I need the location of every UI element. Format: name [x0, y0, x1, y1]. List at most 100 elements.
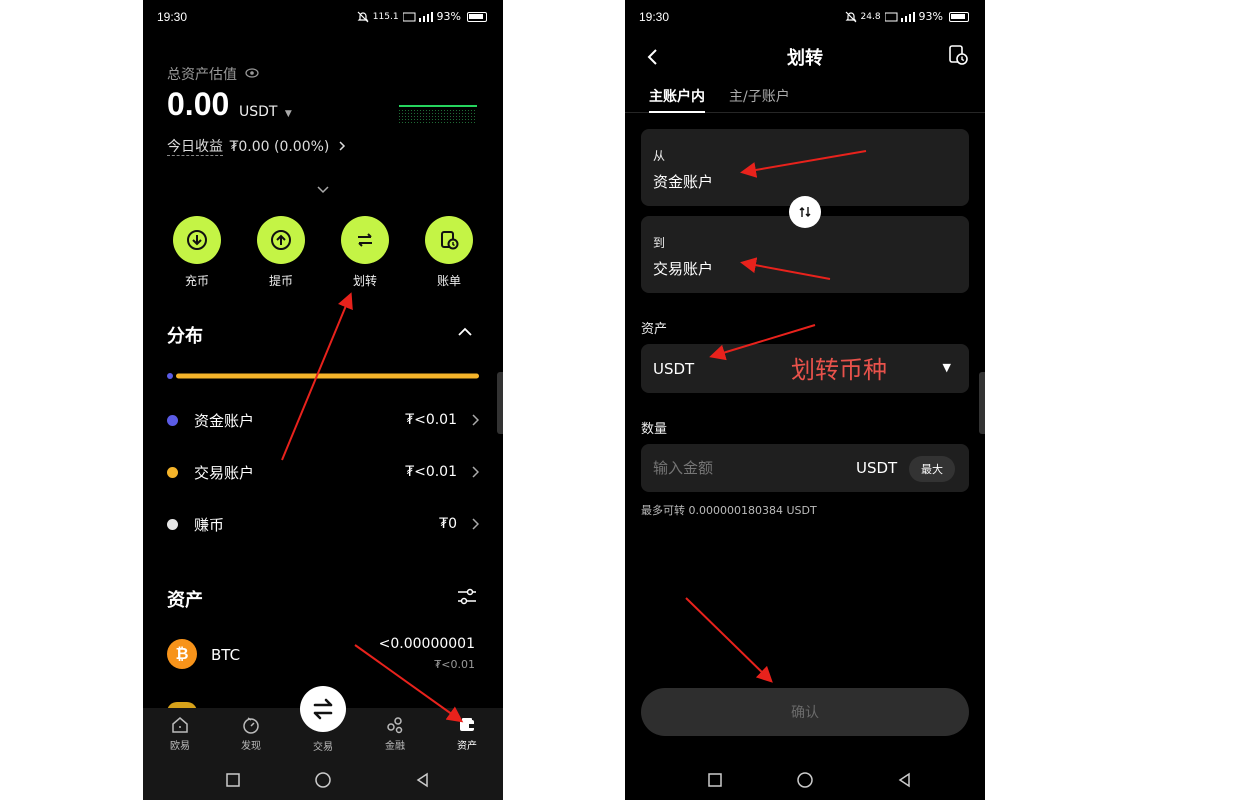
recents-icon — [708, 773, 722, 787]
to-account: 交易账户 — [653, 260, 714, 278]
battery-percent: 93% — [918, 10, 943, 23]
sparkline-chart — [399, 105, 477, 124]
annotation-text: 划转币种 — [791, 356, 887, 384]
asset-label: 资产 — [641, 322, 668, 337]
today-pnl[interactable]: 今日收益 ₮0.00 (0.00%) — [167, 136, 346, 156]
battery-percent: 93% — [436, 10, 461, 23]
home-icon — [172, 717, 188, 733]
status-time: 19:30 — [639, 10, 670, 24]
max-button[interactable]: 最大 — [909, 456, 955, 482]
system-nav-bar — [708, 772, 910, 788]
account-value: ₮0 — [439, 516, 457, 532]
account-row-earn[interactable]: 赚币 ₮0 — [167, 509, 479, 539]
tab-indicator — [649, 111, 705, 113]
amount-input[interactable] — [653, 456, 833, 480]
status-bar: 19:30 24.8 93% — [625, 0, 985, 34]
btc-icon: ₿ — [167, 639, 197, 669]
side-scroll-handle — [979, 372, 985, 434]
recents-icon — [226, 773, 240, 787]
action-label: 划转 — [352, 274, 377, 288]
battery-icon — [467, 11, 487, 22]
wallet-icon — [460, 718, 474, 731]
filter-sliders-icon[interactable] — [457, 588, 477, 606]
total-assets-label: 总资产估值 — [167, 67, 237, 83]
caret-down-icon: ▼ — [942, 361, 951, 374]
asset-row-btc[interactable]: ₿ BTC <0.00000001 ₮<0.01 — [167, 636, 479, 676]
net-speed: 24.8 — [860, 11, 881, 22]
tab-within-main[interactable]: 主账户内 — [649, 86, 705, 106]
chevron-up-icon[interactable] — [457, 326, 473, 338]
max-available-text: 最多可转 0.000000180384 USDT — [641, 504, 817, 517]
account-color-dot — [167, 414, 178, 426]
account-row-trading[interactable]: 交易账户 ₮<0.01 — [167, 457, 479, 487]
system-nav-bar — [226, 772, 428, 788]
action-deposit[interactable]: 充币 — [167, 216, 227, 289]
deposit-icon — [187, 230, 207, 250]
bill-icon — [441, 231, 459, 250]
nav-assets[interactable]: 资产 — [442, 716, 492, 752]
total-assets-value: 0.00 — [167, 86, 230, 122]
account-row-funding[interactable]: 资金账户 ₮<0.01 — [167, 405, 479, 435]
chevron-right-icon — [472, 518, 479, 530]
trade-fab-button[interactable] — [300, 686, 346, 732]
back-triangle-icon — [898, 772, 910, 788]
account-color-dot — [167, 466, 178, 478]
action-bill[interactable]: 账单 — [419, 216, 479, 289]
confirm-button[interactable]: 确认 — [641, 688, 969, 736]
discover-icon — [243, 717, 259, 734]
caret-down-icon: ▼ — [284, 109, 292, 119]
swap-arrows-icon — [799, 207, 811, 217]
expand-chevron-icon[interactable] — [315, 182, 331, 196]
asset-selected: USDT — [653, 360, 695, 378]
finance-icon — [387, 717, 403, 734]
amount-unit: USDT — [856, 459, 898, 477]
assets-screen: 19:30 115.1 93% 总资产估值 0.00 USDT ▼ 今日收益 ₮… — [143, 0, 503, 800]
tab-main-sub[interactable]: 主/子账户 — [729, 86, 790, 106]
eye-icon[interactable] — [245, 68, 260, 78]
asset-value: ₮<0.01 — [434, 658, 475, 671]
action-label: 充币 — [184, 274, 209, 288]
signal-icon — [402, 11, 433, 22]
battery-icon — [949, 11, 969, 22]
back-triangle-icon — [416, 772, 428, 788]
chevron-right-icon — [472, 414, 479, 426]
amount-field[interactable]: USDT 最大 — [641, 444, 969, 492]
mute-icon — [357, 11, 369, 22]
nav-okx[interactable]: 欧易 — [155, 716, 205, 752]
from-label: 从 — [653, 149, 666, 163]
mute-icon — [845, 11, 856, 22]
history-icon[interactable] — [947, 44, 969, 66]
action-withdraw[interactable]: 提币 — [251, 216, 311, 289]
account-color-dot — [167, 518, 178, 530]
action-label: 账单 — [436, 274, 461, 288]
status-time: 19:30 — [157, 10, 188, 24]
nav-trade[interactable]: 交易 — [298, 738, 348, 753]
nav-discover[interactable]: 发现 — [226, 716, 276, 752]
side-scroll-handle — [497, 372, 503, 434]
action-transfer[interactable]: 划转 — [335, 216, 395, 289]
from-account-card[interactable]: 从 资金账户 — [641, 129, 969, 206]
account-name: 赚币 — [194, 515, 225, 534]
currency-selector[interactable]: USDT ▼ — [239, 104, 292, 120]
today-pnl-value: ₮0.00 (0.00%) — [229, 139, 330, 155]
today-pnl-label: 今日收益 — [167, 139, 223, 156]
trade-icon — [313, 698, 333, 720]
to-label: 到 — [653, 236, 666, 250]
withdraw-icon — [271, 230, 291, 250]
net-speed: 115.1 — [372, 11, 399, 22]
account-value: ₮<0.01 — [405, 412, 457, 428]
asset-amount: <0.00000001 — [378, 636, 475, 652]
status-bar: 19:30 115.1 93% — [143, 0, 503, 34]
swap-direction-button[interactable] — [789, 196, 821, 228]
from-account: 资金账户 — [653, 173, 714, 191]
home-circle-icon — [797, 772, 813, 788]
distribution-bar — [167, 373, 479, 379]
asset-symbol: BTC — [211, 646, 241, 664]
page-title: 划转 — [787, 48, 823, 69]
account-value: ₮<0.01 — [405, 464, 457, 480]
transfer-icon — [358, 233, 372, 247]
nav-finance[interactable]: 金融 — [370, 716, 420, 752]
home-circle-icon — [315, 772, 331, 788]
assets-title: 资产 — [167, 590, 203, 611]
account-name: 交易账户 — [194, 463, 255, 482]
